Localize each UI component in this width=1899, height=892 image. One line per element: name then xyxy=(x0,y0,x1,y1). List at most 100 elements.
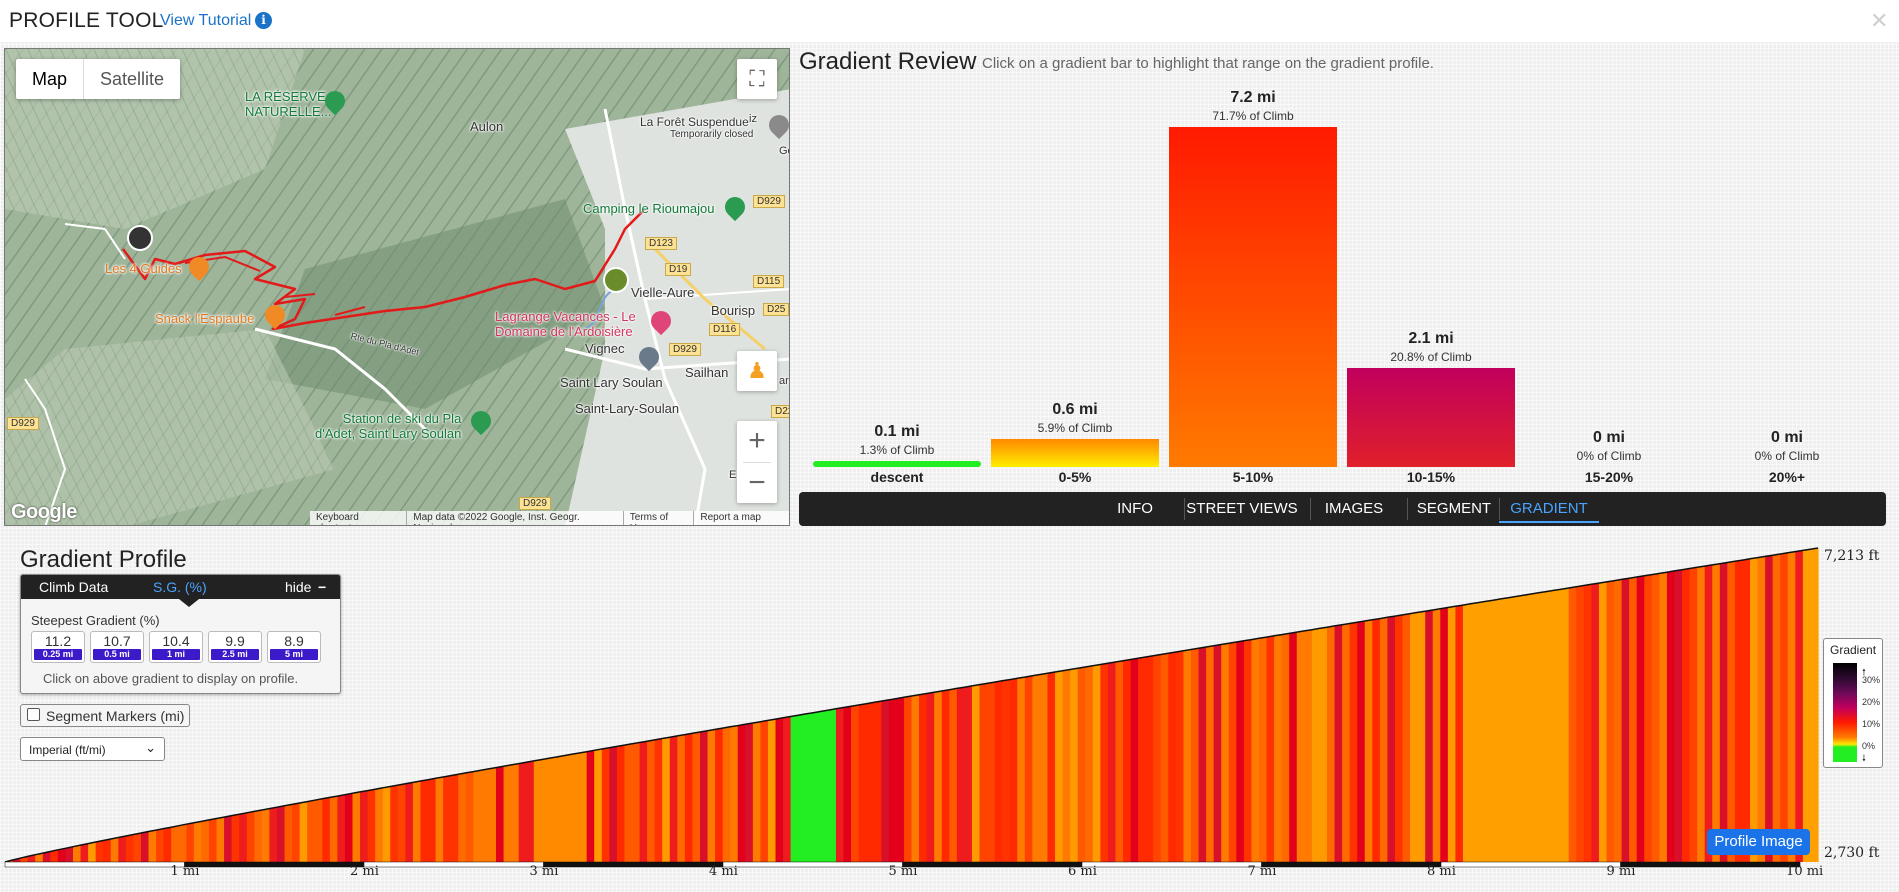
profile-segment[interactable] xyxy=(1342,623,1351,862)
profile-segment[interactable] xyxy=(1561,587,1570,862)
profile-segment[interactable] xyxy=(571,752,580,862)
profile-segment[interactable] xyxy=(239,812,248,862)
profile-segment[interactable] xyxy=(1394,614,1404,862)
profile-segment[interactable] xyxy=(752,721,762,862)
steepest-gradient-item[interactable]: 9.9 2.5 mi xyxy=(208,631,262,663)
steepest-gradient-item[interactable]: 11.2 0.25 mi xyxy=(31,631,85,663)
profile-segment[interactable] xyxy=(397,783,406,862)
profile-segment[interactable] xyxy=(1055,670,1064,862)
view-tutorial-link[interactable]: View Tutorial xyxy=(160,12,251,30)
profile-segment[interactable] xyxy=(1002,679,1011,862)
profile-segment[interactable] xyxy=(1085,665,1094,862)
profile-segment[interactable] xyxy=(1077,666,1086,862)
profile-image-button[interactable]: Profile Image xyxy=(1707,829,1810,855)
tab-gradient[interactable]: GRADIENT xyxy=(1499,495,1599,523)
profile-segment[interactable] xyxy=(208,818,218,862)
profile-segment[interactable] xyxy=(1508,596,1517,862)
profile-segment[interactable] xyxy=(1115,660,1124,862)
profile-segment[interactable] xyxy=(987,682,996,862)
segment-markers-checkbox[interactable] xyxy=(27,708,40,721)
hide-button[interactable]: hide xyxy=(285,579,311,595)
profile-segment[interactable] xyxy=(1206,645,1215,862)
profile-segment[interactable] xyxy=(1712,563,1721,862)
profile-segment[interactable] xyxy=(1644,574,1653,862)
profile-segment[interactable] xyxy=(1372,618,1381,862)
profile-segment[interactable] xyxy=(329,796,338,862)
profile-segment[interactable] xyxy=(730,725,739,862)
profile-segment[interactable] xyxy=(1123,659,1132,862)
profile-segment[interactable] xyxy=(1138,656,1147,862)
profile-segment[interactable] xyxy=(1772,554,1781,862)
profile-segment[interactable] xyxy=(1553,589,1562,862)
profile-segment[interactable] xyxy=(1100,663,1109,862)
profile-segment[interactable] xyxy=(193,821,203,862)
profile-segment[interactable] xyxy=(1530,592,1540,862)
profile-segment[interactable] xyxy=(1183,649,1192,862)
profile-segment[interactable] xyxy=(1734,560,1744,862)
profile-segment[interactable] xyxy=(80,843,89,862)
profile-segment[interactable] xyxy=(1802,549,1812,862)
profile-segment[interactable] xyxy=(1198,647,1207,862)
profile-segment[interactable] xyxy=(1750,557,1759,862)
profile-segment[interactable] xyxy=(1017,677,1026,862)
profile-segment[interactable] xyxy=(1583,584,1592,862)
profile-segment[interactable] xyxy=(601,747,610,862)
profile-segment[interactable] xyxy=(873,701,882,862)
steepest-gradient-item[interactable]: 10.7 0.5 mi xyxy=(90,631,144,663)
profile-segment[interactable] xyxy=(156,828,165,862)
profile-segment[interactable] xyxy=(1636,575,1645,862)
profile-segment[interactable] xyxy=(511,763,520,862)
profile-segment[interactable] xyxy=(420,779,429,862)
profile-segment[interactable] xyxy=(828,708,837,862)
profile-segment[interactable] xyxy=(1175,650,1185,862)
profile-segment[interactable] xyxy=(654,738,663,862)
profile-segment[interactable] xyxy=(1402,613,1411,862)
profile-segment[interactable] xyxy=(95,840,104,862)
map-view[interactable]: LA RÉSERVE NATURELLE... Aulon La Forêt S… xyxy=(4,48,790,526)
finish-flag-icon[interactable] xyxy=(127,225,153,251)
profile-segment[interactable] xyxy=(1243,639,1253,862)
profile-segment[interactable] xyxy=(1621,578,1630,862)
profile-segment[interactable] xyxy=(480,768,490,862)
profile-segment[interactable] xyxy=(1568,586,1577,862)
zoom-in-button[interactable]: + xyxy=(737,421,777,462)
gradient-bar-15-20%[interactable]: 0 mi 0% of Climb 15-20% xyxy=(1525,85,1693,485)
gradient-bar-descent[interactable]: 0.1 mi 1.3% of Climb descent xyxy=(813,85,981,485)
profile-segment[interactable] xyxy=(813,711,822,862)
profile-segment[interactable] xyxy=(1455,605,1464,862)
profile-segment[interactable] xyxy=(405,782,414,862)
profile-segment[interactable] xyxy=(994,680,1003,862)
profile-segment[interactable] xyxy=(616,745,626,862)
profile-segment[interactable] xyxy=(548,756,558,862)
profile-segment[interactable] xyxy=(888,698,897,862)
profile-segment[interactable] xyxy=(1674,569,1683,862)
profile-segment[interactable] xyxy=(1440,607,1449,862)
profile-segment[interactable] xyxy=(1296,630,1305,862)
profile-segment[interactable] xyxy=(1704,564,1713,862)
profile-segment[interactable] xyxy=(503,764,512,862)
profile-segment[interactable] xyxy=(201,819,210,862)
profile-segment[interactable] xyxy=(526,760,535,862)
profile-segment[interactable] xyxy=(231,814,240,862)
profile-segment[interactable] xyxy=(647,739,656,862)
profile-segment[interactable] xyxy=(624,743,633,862)
gradient-bar-10-15%[interactable]: 2.1 mi 20.8% of Climb 10-15% xyxy=(1347,85,1515,485)
profile-segment[interactable] xyxy=(911,694,920,862)
report-error-link[interactable]: Report a map error xyxy=(693,511,789,525)
profile-segment[interactable] xyxy=(1447,606,1456,862)
profile-segment[interactable] xyxy=(352,791,361,862)
bar-fill[interactable] xyxy=(1347,368,1515,467)
tab-street-views[interactable]: STREET VIEWS xyxy=(1185,492,1299,526)
satellite-button[interactable]: Satellite xyxy=(84,59,180,99)
profile-segment[interactable] xyxy=(1024,675,1033,862)
profile-segment[interactable] xyxy=(518,762,527,862)
profile-segment[interactable] xyxy=(964,685,973,862)
profile-segment[interactable] xyxy=(1538,591,1547,862)
bar-fill[interactable] xyxy=(1169,127,1337,467)
profile-segment[interactable] xyxy=(1168,651,1177,862)
profile-segment[interactable] xyxy=(1319,627,1328,862)
profile-segment[interactable] xyxy=(1697,566,1706,862)
profile-segment[interactable] xyxy=(820,710,830,862)
profile-segment[interactable] xyxy=(1787,551,1796,862)
profile-segment[interactable] xyxy=(1387,616,1396,862)
